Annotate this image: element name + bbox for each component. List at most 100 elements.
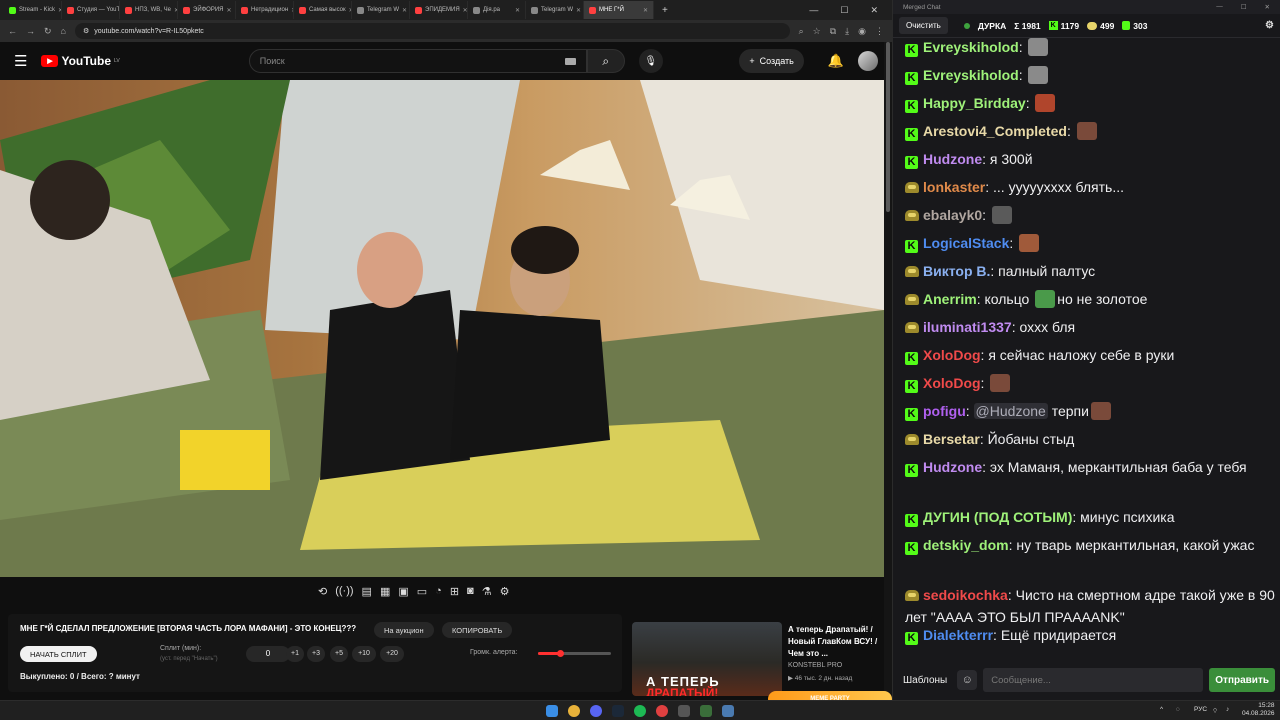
browser-tab[interactable]: Telegram W ✕ — [352, 1, 410, 19]
chat-message[interactable]: K XoloDog: — [905, 372, 1275, 394]
chat-message[interactable]: K LogicalStack: — [905, 232, 1275, 254]
chat-message[interactable]: Bersetar: Йобаны стыд — [905, 428, 1275, 450]
hamburger-menu-icon[interactable]: ☰ — [14, 52, 27, 70]
chat-username[interactable]: Bersetar — [923, 431, 980, 447]
split-minutes-input[interactable]: 0 — [246, 646, 290, 662]
chat-message[interactable]: K Arestovi4_Completed: — [905, 120, 1275, 142]
tray-chevron-icon[interactable]: ^ — [1160, 706, 1163, 713]
account-avatar[interactable] — [858, 51, 878, 71]
chat-settings-icon[interactable]: ⚙ — [1265, 20, 1274, 31]
theater-icon[interactable]: ▭ — [417, 585, 427, 598]
tray-network-icon[interactable]: ◌ — [1176, 706, 1180, 713]
reload-icon[interactable]: ↻ — [44, 26, 52, 37]
browser-tab[interactable]: Студия — YouTube✕ — [62, 1, 120, 19]
browser-tab[interactable]: Самая высок✕ — [294, 1, 352, 19]
forward-icon[interactable]: → — [26, 26, 35, 36]
chat-username[interactable]: XoloDog — [923, 375, 981, 391]
spotify-icon[interactable] — [634, 705, 646, 717]
chat-message[interactable]: Kpofigu: @Hudzone терпи — [905, 400, 1275, 422]
chat-message[interactable]: K Happy_Birdday: — [905, 92, 1275, 114]
flask-icon[interactable]: ⚗ — [482, 585, 492, 598]
split-step-button[interactable]: +10 — [352, 646, 376, 662]
chat-message[interactable]: K ДУГИН (ПОД СОТЫМ): минус психика — [905, 506, 1275, 528]
chat-message[interactable]: K Dialekterrr: Ещё придирается — [905, 624, 1275, 646]
chat-mention[interactable]: @Hudzone — [973, 403, 1048, 419]
minimize-icon[interactable]: — — [1216, 3, 1223, 11]
split-step-button[interactable]: +5 — [330, 646, 348, 662]
picture-in-picture-icon[interactable]: ▣ — [398, 585, 408, 598]
clear-button[interactable]: Очистить — [899, 17, 948, 34]
steam-icon[interactable] — [612, 705, 624, 717]
chat-username[interactable]: Arestovi4_Completed — [923, 123, 1067, 139]
browser-tab[interactable]: НПЗ, WB, Че✕ — [120, 1, 178, 19]
search-button[interactable]: ⌕ — [586, 49, 625, 73]
tray-wifi-icon[interactable]: ⌔ — [1212, 706, 1218, 715]
chat-username[interactable]: ebalayk0 — [923, 207, 982, 223]
chat-username[interactable]: detskiy_dom — [923, 537, 1009, 553]
alert-volume-slider[interactable] — [538, 650, 611, 657]
chat-username[interactable]: Evreyskiholod — [923, 39, 1019, 55]
speed-icon[interactable]: ◔ — [435, 585, 442, 598]
chrome-icon[interactable] — [568, 705, 580, 717]
chat-message[interactable]: lonkaster: ... уууууxxxx блять... — [905, 176, 1275, 198]
home-icon[interactable]: ⌂ — [61, 26, 66, 36]
chat-username[interactable]: XoloDog — [923, 347, 981, 363]
clapperboard-icon[interactable]: ▦ — [380, 585, 390, 598]
chat-username[interactable]: LogicalStack — [923, 235, 1009, 251]
chat-message[interactable]: Kdetskiy_dom: ну тварь меркантильная, ка… — [905, 534, 1275, 556]
recommended-thumbnail[interactable]: А ТЕПЕРЬ ДРАПАТЫЙ! — [632, 622, 782, 696]
chat-message[interactable]: Anerrim: кольцо но не золотое — [905, 288, 1275, 310]
send-button[interactable]: Отправить — [1209, 668, 1275, 692]
discord-icon[interactable] — [590, 705, 602, 717]
app-icon[interactable] — [678, 705, 690, 717]
chat-username[interactable]: pofigu — [923, 403, 966, 419]
chat-username[interactable]: Evreyskiholod — [923, 67, 1019, 83]
maximize-icon[interactable]: ☐ — [840, 5, 848, 16]
chat-message[interactable]: K Evreyskiholod: — [905, 38, 1275, 58]
chat-username[interactable]: Happy_Birdday — [923, 95, 1026, 111]
language-indicator[interactable]: РУС — [1194, 706, 1207, 713]
recommended-channel[interactable]: KONSTEBL PRO — [788, 662, 842, 669]
new-tab-icon[interactable]: + — [654, 5, 676, 16]
voice-search-button[interactable]: 🎙 — [638, 49, 663, 73]
tab-close-icon[interactable]: ✕ — [402, 7, 407, 14]
url-field[interactable]: ⚙ youtube.com/watch?v=R-IL50pketc — [74, 23, 790, 39]
chat-username[interactable]: ДУГИН (ПОД СОТЫМ) — [923, 509, 1072, 525]
browser-tab[interactable]: Нетрадицион✕ — [236, 1, 294, 19]
minimize-icon[interactable]: — — [809, 5, 818, 16]
copy-button[interactable]: КОПИРОВАТЬ — [442, 622, 513, 638]
browser-tab[interactable]: ЭЙФОРИЯ ✕ — [178, 1, 236, 19]
message-input[interactable]: Сообщение... — [983, 668, 1204, 692]
split-step-button[interactable]: +3 — [307, 646, 325, 662]
split-step-button[interactable]: +1 — [286, 646, 304, 662]
scrollbar-thumb[interactable] — [886, 42, 890, 212]
zoom-icon[interactable]: ⌕ — [799, 26, 804, 37]
broadcast-icon[interactable]: ((·)) — [335, 585, 353, 598]
maximize-icon[interactable]: ☐ — [1241, 3, 1247, 11]
extensions-icon[interactable]: ⧉ — [830, 26, 836, 37]
chat-message[interactable]: K Hudzone: я 300й — [905, 148, 1275, 170]
download-icon[interactable]: ⤓ — [845, 26, 849, 37]
close-icon[interactable]: ✕ — [870, 5, 878, 16]
tray-volume-icon[interactable]: ♪ — [1226, 706, 1229, 713]
browser-tab[interactable]: ЭПИДЕМИЯ ✕ — [410, 1, 468, 19]
recommended-title[interactable]: А теперь Драпатый! / Новый ГлавКом ВСУ! … — [788, 624, 878, 660]
chat-username[interactable]: Hudzone — [923, 459, 982, 475]
chat-username[interactable]: Anerrim — [923, 291, 977, 307]
create-button[interactable]: + Создать — [739, 49, 804, 73]
chat-message[interactable]: sedoikochka: Чисто на смертном адре тако… — [905, 584, 1275, 628]
start-icon[interactable] — [546, 705, 558, 717]
tab-close-icon[interactable]: ✕ — [515, 7, 520, 14]
chat-message[interactable]: iluminati1337: охxx бля — [905, 316, 1275, 338]
chat-username[interactable]: iluminati1337 — [923, 319, 1012, 335]
tab-close-icon[interactable]: ✕ — [643, 7, 648, 14]
keyboard-icon[interactable] — [564, 57, 576, 65]
clock[interactable]: 15:28 04.08.2026 — [1242, 702, 1275, 718]
browser-menu-icon[interactable]: ⋮ — [875, 26, 884, 37]
chat-message[interactable]: K Evreyskiholod: — [905, 64, 1275, 86]
tab-close-icon[interactable]: ✕ — [227, 7, 232, 14]
browser-tab[interactable]: Дiя.ра ✕ — [468, 1, 526, 19]
close-icon[interactable]: ✕ — [1265, 3, 1270, 11]
profile-icon[interactable]: ◉ — [858, 26, 866, 37]
chat-messages[interactable]: K Evreyskiholod: K Evreyskiholod: K Happy_B… — [893, 38, 1280, 660]
